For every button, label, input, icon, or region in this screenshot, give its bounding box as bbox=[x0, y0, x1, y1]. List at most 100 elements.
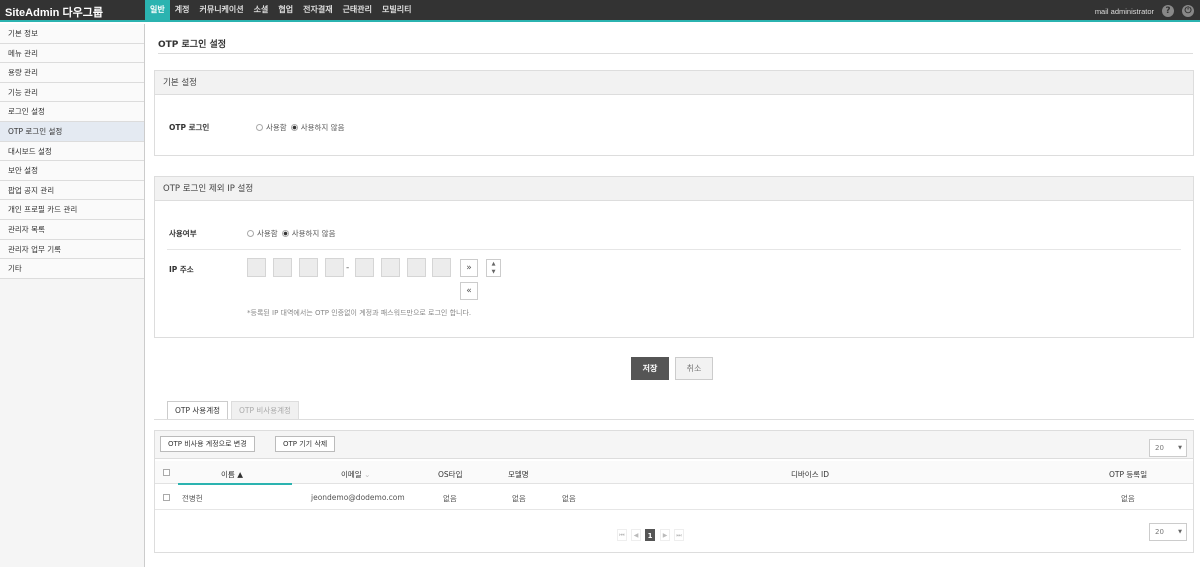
ip-range-dash: - bbox=[346, 263, 350, 273]
top-right: mail administrator ? ⏻ bbox=[1095, 0, 1194, 22]
save-button[interactable]: 저장 bbox=[631, 357, 669, 380]
otp-use-radio[interactable] bbox=[256, 124, 263, 131]
first-page-icon[interactable]: ⏮ bbox=[617, 529, 627, 541]
account-tabs: OTP 사용계정 OTP 비사용계정 bbox=[167, 401, 302, 420]
title-divider bbox=[158, 53, 1193, 54]
column-email[interactable]: 이메일 ⌄ bbox=[341, 469, 370, 480]
power-icon[interactable]: ⏻ bbox=[1182, 5, 1194, 17]
current-page[interactable]: 1 bbox=[645, 529, 655, 541]
main-content: OTP 로그인 설정 기본 설정 OTP 로그인 사용함 사용하지 않음 OTP… bbox=[145, 24, 1200, 567]
basic-settings-heading: 기본 설정 bbox=[155, 71, 1193, 95]
ip-end-octet-3[interactable] bbox=[407, 258, 426, 277]
page-size-value: 20 bbox=[1155, 444, 1164, 452]
sidebar: 기본 정보 메뉴 관리 용량 관리 기능 관리 로그인 설정 OTP 로그인 설… bbox=[0, 24, 145, 567]
ip-use-radio[interactable] bbox=[247, 230, 254, 237]
brand-sub: 다우그룹 bbox=[62, 7, 103, 19]
ip-exclude-note: *등록된 IP 대역에서는 OTP 인증없이 계정과 패스워드만으로 로그인 합… bbox=[247, 309, 472, 317]
otp-login-row: OTP 로그인 사용함 사용하지 않음 bbox=[169, 122, 349, 133]
page-size-select-top[interactable]: 20 ▼ bbox=[1149, 439, 1187, 457]
page-title: OTP 로그인 설정 bbox=[158, 40, 227, 50]
sidebar-item-capacity[interactable]: 용량 관리 bbox=[0, 63, 144, 83]
ip-start-octet-1[interactable] bbox=[247, 258, 266, 277]
top-nav: 일반 계정 커뮤니케이션 소셜 협업 전자결재 근태관리 모빌리티 bbox=[145, 0, 416, 22]
sidebar-item-security[interactable]: 보안 설정 bbox=[0, 161, 144, 181]
otp-nouse-label: 사용하지 않음 bbox=[300, 123, 345, 132]
column-device-id[interactable]: 디바이스 ID bbox=[791, 469, 829, 480]
otp-login-label: OTP 로그인 bbox=[169, 123, 210, 132]
user-name[interactable]: mail administrator bbox=[1095, 7, 1154, 16]
column-otp-registered[interactable]: OTP 등록일 bbox=[1109, 469, 1147, 480]
prev-page-icon[interactable]: ◀ bbox=[631, 529, 641, 541]
tab-otp-users[interactable]: OTP 사용계정 bbox=[167, 401, 228, 420]
otp-user-grid: OTP 비사용 계정으로 변경 OTP 기기 삭제 20 ▼ 이름 ▲ 이메일 … bbox=[154, 430, 1194, 553]
table-row[interactable]: 전병헌 jeondemo@dodemo.com 없음 없음 없음 없음 bbox=[155, 485, 1193, 510]
row-os: 없음 bbox=[443, 494, 457, 503]
tabs-divider bbox=[154, 419, 1194, 420]
ip-remove-button[interactable]: « bbox=[460, 282, 478, 300]
otp-use-label: 사용함 bbox=[266, 123, 287, 132]
question-icon[interactable]: ? bbox=[1162, 5, 1174, 17]
sidebar-item-basic-info[interactable]: 기본 정보 bbox=[0, 24, 144, 44]
ip-exclude-panel: OTP 로그인 제외 IP 설정 사용여부 사용함 사용하지 않음 IP 주소 … bbox=[154, 176, 1194, 338]
ip-end-octet-1[interactable] bbox=[355, 258, 374, 277]
chevron-up-icon[interactable]: ▲ bbox=[487, 260, 500, 268]
ip-start-octet-3[interactable] bbox=[299, 258, 318, 277]
ip-start-octet-4[interactable] bbox=[325, 258, 344, 277]
ip-address-label: IP 주소 bbox=[169, 265, 194, 274]
page-size-select-bottom[interactable]: 20 ▼ bbox=[1149, 523, 1187, 541]
chevron-down-icon: ▼ bbox=[1178, 445, 1182, 451]
column-name[interactable]: 이름 ▲ bbox=[221, 469, 243, 480]
delete-otp-device-button[interactable]: OTP 기기 삭제 bbox=[275, 436, 336, 452]
row-otp-registered: 없음 bbox=[1121, 494, 1135, 503]
chevron-down-icon[interactable]: ▼ bbox=[487, 268, 500, 276]
sidebar-item-login[interactable]: 로그인 설정 bbox=[0, 102, 144, 122]
row-divider bbox=[167, 249, 1181, 250]
ip-start-octet-2[interactable] bbox=[273, 258, 292, 277]
column-os[interactable]: OS타입 bbox=[438, 469, 462, 480]
top-bar: SiteAdmin 다우그룹 일반 계정 커뮤니케이션 소셜 협업 전자결재 근… bbox=[0, 0, 1200, 22]
ip-use-label: 사용여부 bbox=[169, 229, 197, 238]
ip-end-octet-4[interactable] bbox=[432, 258, 451, 277]
topnav-approval[interactable]: 전자결재 bbox=[298, 0, 337, 22]
ip-use-option-label: 사용함 bbox=[257, 229, 278, 238]
otp-nouse-radio[interactable] bbox=[290, 124, 298, 131]
basic-settings-panel: 기본 설정 OTP 로그인 사용함 사용하지 않음 bbox=[154, 70, 1194, 156]
ip-add-button[interactable]: » bbox=[460, 259, 478, 277]
sidebar-item-features[interactable]: 기능 관리 bbox=[0, 82, 144, 103]
next-page-icon[interactable]: ▶ bbox=[660, 529, 670, 541]
sidebar-item-menu[interactable]: 메뉴 관리 bbox=[0, 43, 144, 64]
column-model[interactable]: 모델명 bbox=[508, 469, 529, 480]
topnav-mobility[interactable]: 모빌리티 bbox=[377, 0, 416, 22]
grid-toolbar: OTP 비사용 계정으로 변경 OTP 기기 삭제 20 ▼ bbox=[155, 431, 1193, 459]
brand-logo[interactable]: SiteAdmin 다우그룹 bbox=[5, 4, 103, 20]
ip-nouse-radio[interactable] bbox=[281, 230, 289, 237]
tab-otp-nonusers[interactable]: OTP 비사용계정 bbox=[231, 401, 299, 420]
select-all-checkbox[interactable] bbox=[163, 469, 170, 476]
sidebar-item-admin-log[interactable]: 관리자 업무 기록 bbox=[0, 239, 144, 260]
sidebar-item-dashboard[interactable]: 대시보드 설정 bbox=[0, 141, 144, 162]
sort-asc-icon: ▲ bbox=[237, 470, 243, 479]
topnav-attendance[interactable]: 근태관리 bbox=[338, 0, 377, 22]
topnav-communication[interactable]: 커뮤니케이션 bbox=[194, 0, 248, 22]
cancel-button[interactable]: 취소 bbox=[675, 357, 713, 380]
topnav-account[interactable]: 계정 bbox=[170, 0, 195, 22]
row-name: 전병헌 bbox=[182, 494, 203, 503]
last-page-icon[interactable]: ⏭ bbox=[674, 529, 684, 541]
sidebar-item-admin-list[interactable]: 관리자 목록 bbox=[0, 219, 144, 240]
ip-exclude-heading: OTP 로그인 제외 IP 설정 bbox=[155, 177, 1193, 201]
sidebar-item-profile-card[interactable]: 개인 프로필 카드 관리 bbox=[0, 200, 144, 220]
row-checkbox[interactable] bbox=[163, 494, 170, 501]
sidebar-item-etc[interactable]: 기타 bbox=[0, 259, 144, 279]
sidebar-item-otp-login[interactable]: OTP 로그인 설정 bbox=[0, 121, 144, 142]
ip-list-spinner[interactable]: ▲ ▼ bbox=[486, 259, 501, 277]
topnav-social[interactable]: 소셜 bbox=[249, 0, 274, 22]
sidebar-item-popup-notice[interactable]: 팝업 공지 관리 bbox=[0, 180, 144, 201]
topnav-general[interactable]: 일반 bbox=[145, 0, 170, 22]
change-to-nonuse-button[interactable]: OTP 비사용 계정으로 변경 bbox=[160, 436, 255, 452]
brand-name: SiteAdmin bbox=[5, 7, 60, 19]
topnav-collaboration[interactable]: 협업 bbox=[273, 0, 298, 22]
sort-desc-icon: ⌄ bbox=[364, 470, 371, 479]
row-model: 없음 bbox=[512, 494, 526, 503]
row-email: jeondemo@dodemo.com bbox=[311, 493, 405, 502]
ip-end-octet-2[interactable] bbox=[381, 258, 400, 277]
